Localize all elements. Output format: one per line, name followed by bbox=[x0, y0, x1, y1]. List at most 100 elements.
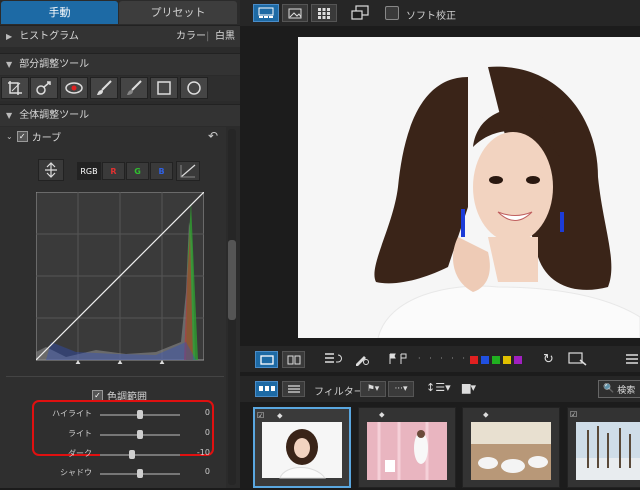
channel-g-button[interactable]: G bbox=[126, 162, 149, 180]
collapse-arrow-icon: ▼ bbox=[6, 111, 13, 120]
curve-point-move-button[interactable] bbox=[38, 159, 64, 181]
label-red[interactable] bbox=[470, 356, 478, 364]
label-blue[interactable] bbox=[481, 356, 489, 364]
move-vertical-icon bbox=[45, 162, 57, 178]
brush-eraser-icon bbox=[127, 80, 142, 95]
soft-proof-label: ソフト校正 bbox=[406, 11, 456, 22]
reset-icon[interactable]: ↶ bbox=[208, 129, 218, 143]
brush-tool-button[interactable] bbox=[90, 77, 118, 99]
slider-dark[interactable]: ダーク -10 bbox=[40, 448, 210, 462]
thumbnail-4[interactable]: ☑ bbox=[567, 407, 640, 488]
preview-area: ソフト校正 · · · · · ↻ フィルター: ⚑▾ ···▾ ↕☰▾ ▆▾ … bbox=[240, 0, 640, 488]
slider-highlight[interactable]: ハイライト 0 bbox=[40, 408, 210, 422]
label-yellow[interactable] bbox=[503, 356, 511, 364]
chevron-down-icon[interactable]: ⌄ bbox=[6, 132, 13, 141]
display-options-icon[interactable]: ▆▾ bbox=[462, 381, 476, 394]
slider-label: ライト bbox=[68, 429, 92, 438]
thumbnail-1[interactable]: ☑ ⬥ bbox=[253, 407, 351, 488]
collapse-arrow-icon: ▼ bbox=[6, 60, 13, 69]
channel-r-button[interactable]: R bbox=[102, 162, 125, 180]
slider-shadow[interactable]: シャドウ 0 bbox=[40, 467, 210, 481]
rating-filter-icon: ···▾ bbox=[394, 384, 408, 394]
scrollbar-thumb[interactable] bbox=[228, 240, 236, 320]
tab-preset[interactable]: プリセット bbox=[119, 1, 237, 24]
menu-icon[interactable] bbox=[624, 352, 640, 369]
slider-label: ハイライト bbox=[52, 409, 92, 418]
partial-tools-section[interactable]: ▼ 部分調整ツール bbox=[0, 53, 240, 75]
list-view-button[interactable] bbox=[282, 381, 305, 397]
single-view-button[interactable] bbox=[255, 351, 278, 368]
edit-panel: 手動 プリセット ▶ ヒストグラム カラー | 白黒 ▼ 部分調整ツール ▼ 全… bbox=[0, 0, 240, 488]
thumbnail-view-button[interactable] bbox=[255, 381, 278, 397]
image-icon bbox=[288, 8, 302, 18]
channel-b-button[interactable]: B bbox=[150, 162, 173, 180]
histogram-color-option[interactable]: カラー bbox=[176, 26, 206, 48]
thumbnail-2[interactable]: ⬥ bbox=[358, 407, 456, 488]
curve-linear-button[interactable] bbox=[176, 161, 200, 181]
channel-rgb-button[interactable]: RGB bbox=[77, 162, 101, 180]
flag-filter-dropdown[interactable]: ⚑▾ bbox=[360, 381, 386, 397]
color-labels[interactable] bbox=[470, 356, 525, 367]
view-grid-button[interactable] bbox=[311, 4, 337, 22]
slider-handle[interactable] bbox=[137, 430, 143, 439]
slider-label: シャドウ bbox=[60, 468, 92, 477]
slider-label: ダーク bbox=[68, 449, 92, 458]
view-preview-button[interactable] bbox=[282, 4, 308, 22]
brush-icon bbox=[97, 80, 112, 95]
sort-icon[interactable]: ↕☰▾ bbox=[426, 381, 451, 394]
rating-filter-dropdown[interactable]: ···▾ bbox=[388, 381, 414, 397]
label-green[interactable] bbox=[492, 356, 500, 364]
thumbnail-image: ⬥ bbox=[367, 410, 447, 480]
tone-curve-graph[interactable] bbox=[36, 192, 204, 364]
tab-manual[interactable]: 手動 bbox=[1, 1, 118, 24]
slider-light[interactable]: ライト 0 bbox=[40, 428, 210, 442]
label-purple[interactable] bbox=[514, 356, 522, 364]
crop-tool-button[interactable] bbox=[1, 77, 29, 99]
red-eye-button[interactable] bbox=[60, 77, 88, 99]
slider-value: -10 bbox=[196, 448, 210, 457]
rating-dots[interactable]: · · · · · bbox=[418, 354, 468, 363]
thumbnail-image: ☑ bbox=[570, 410, 640, 480]
rectangle-tool-button[interactable] bbox=[150, 77, 178, 99]
pencil-icon[interactable] bbox=[354, 352, 370, 369]
rotate-list-icon[interactable] bbox=[324, 352, 342, 369]
view-preview-thumb-button[interactable] bbox=[253, 4, 279, 22]
eye-icon bbox=[65, 82, 83, 94]
flag-icon[interactable] bbox=[388, 353, 410, 368]
channel-rgb-label: RGB bbox=[80, 166, 98, 176]
histogram-section[interactable]: ▶ ヒストグラム カラー | 白黒 bbox=[0, 25, 240, 47]
circle-icon bbox=[187, 81, 201, 95]
slider-track[interactable] bbox=[100, 454, 180, 456]
curve-title: カーブ bbox=[31, 133, 62, 144]
circle-tool-button[interactable] bbox=[180, 77, 208, 99]
svg-text:⬥: ⬥ bbox=[277, 411, 283, 420]
slider-handle[interactable] bbox=[129, 450, 135, 459]
thumbnail-3[interactable]: ⬥ bbox=[462, 407, 560, 488]
global-tools-section[interactable]: ▼ 全体調整ツール bbox=[0, 104, 240, 126]
soft-proof-checkbox[interactable] bbox=[385, 6, 399, 20]
slider-value: 0 bbox=[204, 467, 210, 476]
slider-handle[interactable] bbox=[137, 469, 143, 478]
histogram-title: ヒストグラム bbox=[19, 31, 79, 42]
curve-enable-checkbox[interactable]: ✓ bbox=[16, 131, 28, 142]
compare-view-button[interactable] bbox=[282, 351, 305, 368]
image-thumbs-icon bbox=[258, 7, 274, 18]
histogram-bw-option[interactable]: 白黒 bbox=[215, 26, 235, 48]
curve-header: ⌄ ✓ カーブ bbox=[6, 129, 61, 144]
eraser-brush-button[interactable] bbox=[120, 77, 148, 99]
svg-text:⬥: ⬥ bbox=[379, 410, 385, 419]
square-icon bbox=[157, 81, 171, 95]
expand-arrow-icon: ▶ bbox=[6, 32, 13, 41]
svg-text:☑: ☑ bbox=[570, 410, 577, 419]
channel-g-label: G bbox=[134, 166, 141, 176]
search-button[interactable]: 🔍 検索 bbox=[598, 380, 640, 398]
svg-text:⬥: ⬥ bbox=[483, 410, 489, 419]
grid-icon bbox=[318, 8, 330, 19]
window-switch-icon[interactable] bbox=[351, 5, 369, 24]
dust-removal-button[interactable] bbox=[30, 77, 58, 99]
search-icon: 🔍 bbox=[603, 384, 615, 394]
slider-handle[interactable] bbox=[137, 410, 143, 419]
flag-filter-icon: ⚑▾ bbox=[366, 384, 380, 394]
rotate-icon[interactable]: ↻ bbox=[543, 352, 554, 367]
crop-window-icon[interactable] bbox=[568, 352, 588, 369]
